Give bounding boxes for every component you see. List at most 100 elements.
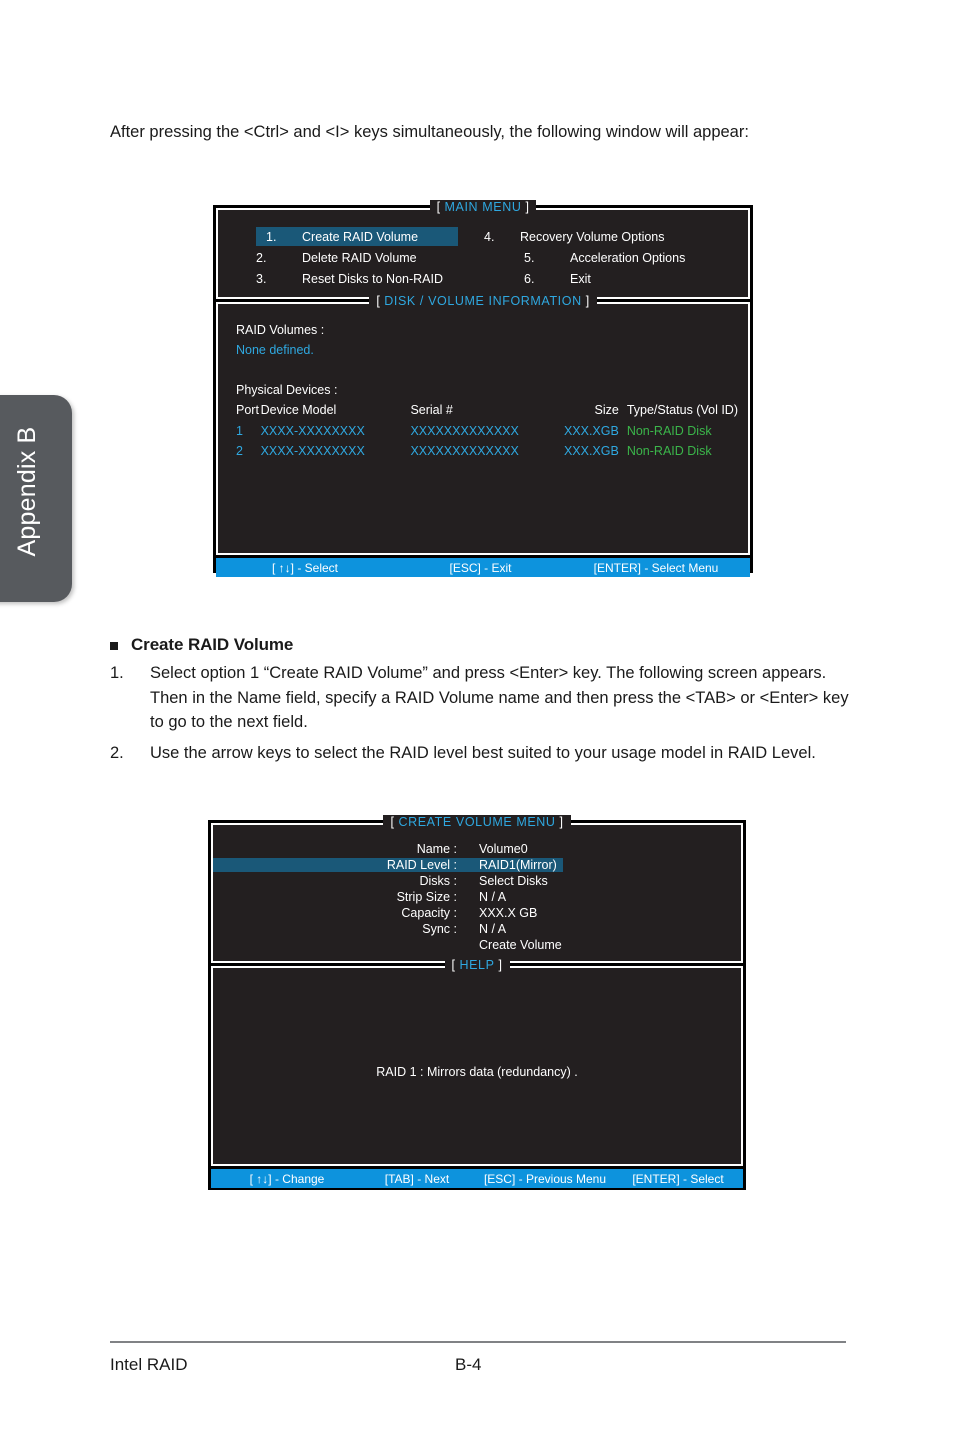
field-value-sync: N / A — [479, 922, 507, 936]
cell-serial: XXXXXXXXXXXXX — [410, 444, 519, 458]
create-volume-statusbar: [ ↑↓] - Change [TAB] - Next [ESC] - Prev… — [211, 1169, 743, 1188]
disk-volume-information-body: RAID Volumes : None defined. Physical De… — [218, 304, 748, 462]
appendix-tab-label: Appendix B — [12, 426, 41, 557]
section-heading-label: Create RAID Volume — [131, 635, 294, 654]
menu-number: 5. — [524, 250, 535, 265]
menu-item-reset-disks-to-non-raid[interactable]: 3. Reset Disks to Non-RAID — [218, 272, 508, 286]
statusbar-hint-exit: [ESC] - Exit — [449, 560, 512, 575]
menu-number: 3. — [256, 271, 267, 286]
menu-item-acceleration-options[interactable]: 5. Acceleration Options — [508, 251, 685, 265]
create-volume-action: Create Volume — [479, 938, 562, 952]
cell-size: XXX.XGB — [563, 444, 619, 458]
table-row[interactable]: 2 XXXX-XXXXXXXX XXXXXXXXXXXXX XXX.XGB No… — [236, 441, 738, 462]
main-menu-statusbar: [ ↑↓] - Select [ESC] - Exit [ENTER] - Se… — [216, 558, 750, 577]
statusbar-hint-next: [TAB] - Next — [384, 1171, 450, 1186]
raid-volumes-label: RAID Volumes : — [236, 323, 325, 337]
cell-size: XXX.XGB — [563, 423, 619, 438]
menu-label: Exit — [570, 271, 591, 286]
column-header-port: Port — [236, 403, 259, 417]
help-panel: [ HELP ] RAID 1 : Mirrors data (redundan… — [211, 958, 743, 1166]
column-header-size: Size — [594, 403, 619, 417]
field-label-sync: Sync : — [422, 922, 457, 936]
cell-port: 1 — [236, 423, 243, 438]
field-value-raid-level: RAID1(Mirror) — [461, 858, 563, 872]
statusbar-hint-select: [ ↑↓] - Select — [271, 560, 339, 575]
column-header-type-status: Type/Status (Vol ID) — [626, 403, 738, 417]
step-text: Use the arrow keys to select the RAID le… — [150, 743, 816, 762]
field-row-name[interactable]: Name : Volume0 — [213, 841, 741, 857]
menu-number: 1. — [266, 229, 277, 244]
cell-model: XXXX-XXXXXXXX — [260, 423, 365, 438]
bios-screenshot-main-menu: [ MAIN MENU ] 1. Create RAID Volume 4. R… — [213, 200, 753, 577]
list-item: 2. Use the arrow keys to select the RAID… — [110, 741, 850, 766]
menu-number: 6. — [524, 271, 535, 286]
field-row-disks[interactable]: Disks : Select Disks — [213, 873, 741, 889]
field-label-disks: Disks : — [419, 874, 458, 888]
field-value-strip-size: N / A — [479, 890, 507, 904]
cell-type-status: Non-RAID Disk — [626, 423, 712, 438]
menu-label: Acceleration Options — [570, 250, 686, 265]
section-create-raid-volume: Create RAID Volume 1. Select option 1 “C… — [110, 635, 850, 771]
bullet-square-icon — [110, 642, 118, 650]
table-header-row: Port Device Model Serial # Size Type/Sta… — [236, 400, 738, 421]
field-row-raid-level[interactable]: RAID Level : RAID1(Mirror) — [213, 857, 741, 873]
appendix-tab: Appendix B — [0, 395, 72, 602]
field-label-strip-size: Strip Size : — [396, 890, 457, 904]
step-text: Select option 1 “Create RAID Volume” and… — [150, 664, 849, 731]
menu-number: 2. — [256, 250, 267, 265]
menu-item-recovery-volume-options[interactable]: 4. Recovery Volume Options — [458, 230, 665, 244]
field-value-capacity: XXX.X GB — [479, 906, 538, 920]
raid-volumes-value: None defined. — [236, 343, 314, 357]
field-row-create-volume[interactable]: Create Volume — [213, 937, 741, 953]
statusbar-hint-select-menu: [ENTER] - Select Menu — [593, 560, 719, 575]
list-item: 1. Select option 1 “Create RAID Volume” … — [110, 661, 850, 735]
menu-item-exit[interactable]: 6. Exit — [508, 272, 591, 286]
field-row-sync[interactable]: Sync : N / A — [213, 921, 741, 937]
cell-port: 2 — [236, 444, 243, 458]
menu-number: 4. — [484, 229, 495, 244]
field-label-capacity: Capacity : — [401, 906, 457, 920]
cell-model: XXXX-XXXXXXXX — [260, 444, 365, 458]
statusbar-hint-previous-menu: [ESC] - Previous Menu — [483, 1171, 607, 1186]
create-volume-menu-panel: [ CREATE VOLUME MENU ] Name : Volume0 RA… — [211, 815, 743, 963]
step-number: 1. — [110, 664, 124, 682]
help-text: RAID 1 : Mirrors data (redundancy) . — [376, 1065, 578, 1079]
column-header-serial: Serial # — [410, 403, 453, 417]
field-value-name: Volume0 — [479, 842, 528, 856]
field-row-strip-size[interactable]: Strip Size : N / A — [213, 889, 741, 905]
footer-title: Intel RAID — [110, 1355, 188, 1374]
physical-devices-label: Physical Devices : — [236, 383, 338, 397]
create-volume-fields: Name : Volume0 RAID Level : RAID1(Mirror… — [213, 825, 741, 953]
cell-serial: XXXXXXXXXXXXX — [410, 423, 519, 438]
steps-list: 1. Select option 1 “Create RAID Volume” … — [110, 661, 850, 765]
menu-row: 1. Create RAID Volume 4. Recovery Volume… — [218, 226, 748, 247]
statusbar-hint-change: [ ↑↓] - Change — [249, 1171, 325, 1186]
physical-devices-table: Port Device Model Serial # Size Type/Sta… — [236, 400, 738, 462]
menu-label: Recovery Volume Options — [520, 229, 665, 244]
intro-paragraph: After pressing the <Ctrl> and <I> keys s… — [110, 122, 749, 141]
step-number: 2. — [110, 743, 124, 762]
statusbar-hint-select: [ENTER] - Select — [632, 1171, 724, 1186]
footer-divider — [110, 1341, 846, 1343]
disk-volume-information-panel: [ DISK / VOLUME INFORMATION ] RAID Volum… — [216, 294, 750, 555]
footer-page-number: B-4 — [455, 1355, 482, 1374]
section-heading: Create RAID Volume — [110, 635, 850, 655]
menu-item-create-raid-volume[interactable]: 1. Create RAID Volume — [256, 227, 458, 246]
cell-type-status: Non-RAID Disk — [626, 444, 712, 458]
field-row-capacity[interactable]: Capacity : XXX.X GB — [213, 905, 741, 921]
main-menu-options: 1. Create RAID Volume 4. Recovery Volume… — [218, 210, 748, 289]
menu-item-delete-raid-volume[interactable]: 2. Delete RAID Volume — [218, 251, 508, 265]
menu-label: Create RAID Volume — [302, 229, 419, 244]
bios-screenshot-create-volume-menu: [ CREATE VOLUME MENU ] Name : Volume0 RA… — [208, 815, 746, 1190]
column-header-device-model: Device Model — [260, 403, 337, 417]
menu-row: 3. Reset Disks to Non-RAID 6. Exit — [218, 268, 748, 289]
field-label-name: Name : — [416, 842, 457, 856]
menu-label: Reset Disks to Non-RAID — [302, 271, 444, 286]
menu-row: 2. Delete RAID Volume 5. Acceleration Op… — [218, 247, 748, 268]
field-value-disks: Select Disks — [479, 874, 548, 888]
field-label-raid-level: RAID Level : — [213, 858, 461, 872]
main-menu-panel: [ MAIN MENU ] 1. Create RAID Volume 4. R… — [216, 200, 750, 299]
table-row[interactable]: 1 XXXX-XXXXXXXX XXXXXXXXXXXXX XXX.XGB No… — [236, 421, 738, 442]
menu-label: Delete RAID Volume — [302, 250, 417, 265]
